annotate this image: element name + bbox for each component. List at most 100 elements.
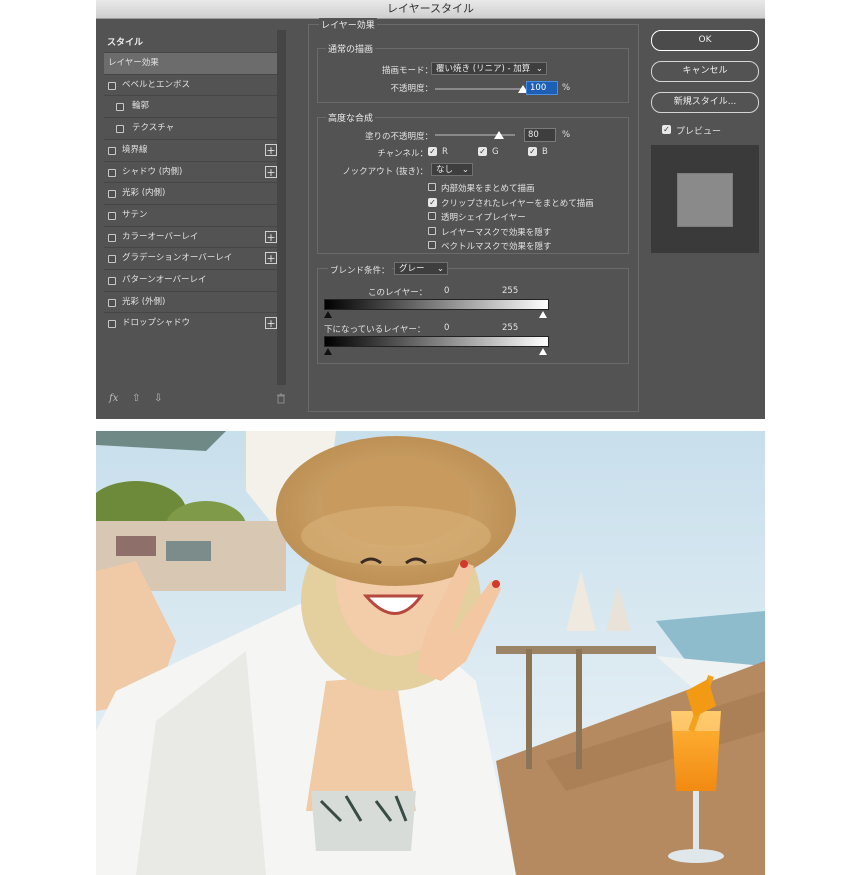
sidebar-item-label: 光彩 (外側): [122, 296, 166, 307]
channel-r-checkbox[interactable]: ✓: [428, 147, 437, 156]
sidebar-item-checkbox[interactable]: [108, 255, 116, 264]
normal-blend-title: 通常の描画: [326, 42, 376, 55]
sidebar-item-checkbox[interactable]: [108, 233, 116, 242]
sidebar-item[interactable]: ベベルとエンボス: [104, 73, 280, 96]
sidebar-item-label: サテン: [122, 209, 148, 220]
channel-b-checkbox[interactable]: ✓: [528, 147, 537, 156]
dialog-title: レイヤースタイル: [96, 0, 765, 19]
layer-style-dialog: レイヤースタイル スタイル レイヤー効果 ベベルとエンボス 輪郭 テクスチャ 境界線 + シ…: [96, 0, 765, 419]
advanced-blend-title: 高度な合成: [326, 111, 376, 124]
sidebar-item[interactable]: 輪郭: [104, 95, 280, 117]
advanced-option-label: クリップされたレイヤーをまとめて描画: [441, 198, 594, 209]
advanced-option-checkbox[interactable]: [428, 183, 436, 191]
underlying-layer-max: 255: [502, 323, 519, 333]
advanced-option-checkbox[interactable]: [428, 226, 436, 235]
sidebar-item[interactable]: グラデーションオーバーレイ +: [104, 247, 280, 269]
opacity-input[interactable]: 100: [526, 81, 558, 95]
channel-g-checkbox[interactable]: ✓: [478, 147, 487, 156]
trash-icon[interactable]: [276, 393, 286, 407]
advanced-option-checkbox[interactable]: ✓: [428, 197, 437, 207]
fill-opacity-input[interactable]: 80: [524, 128, 556, 142]
sidebar-item-checkbox[interactable]: [116, 103, 124, 112]
plus-icon[interactable]: +: [265, 143, 277, 156]
underlying-layer-gradient: [324, 336, 549, 347]
sidebar-item-label: グラデーションオーバーレイ: [122, 253, 233, 264]
fill-opacity-thumb[interactable]: [494, 131, 504, 139]
advanced-option-label: レイヤーマスクで効果を隠す: [441, 227, 552, 238]
opacity-slider[interactable]: [435, 83, 528, 95]
this-layer-white-handle[interactable]: [539, 311, 547, 318]
sidebar-item-checkbox[interactable]: [108, 81, 116, 90]
new-style-button[interactable]: 新規スタイル...: [651, 92, 759, 113]
sidebar-footer: fx ⇧ ⇩: [104, 388, 293, 416]
ok-button[interactable]: OK: [651, 30, 759, 51]
underlying-layer-label: 下になっているレイヤー：: [324, 325, 426, 335]
sidebar-item[interactable]: ドロップシャドウ +: [104, 312, 280, 334]
sidebar-item-label: ドロップシャドウ: [122, 318, 191, 329]
advanced-option-label: 透明シェイプレイヤー: [441, 213, 526, 223]
styles-header: スタイル: [107, 38, 144, 48]
sidebar-item[interactable]: サテン: [104, 203, 280, 226]
sidebar-item-checkbox[interactable]: [108, 320, 116, 329]
layer-effects-panel: レイヤー効果 通常の描画 描画モード： 覆い焼き (リニア) - 加算 ⌄ 不透…: [308, 18, 639, 412]
underlying-layer-black-handle[interactable]: [324, 348, 332, 355]
sidebar-item[interactable]: 境界線 +: [104, 138, 280, 161]
opacity-percent: %: [562, 83, 571, 93]
plus-icon[interactable]: +: [265, 252, 277, 265]
preview-checkbox[interactable]: ✓: [662, 125, 671, 134]
sidebar-item-checkbox[interactable]: [108, 146, 116, 155]
this-layer-label: このレイヤー：: [368, 288, 428, 298]
sidebar-item[interactable]: レイヤー効果: [104, 52, 280, 74]
sidebar-item-label: 光彩 (内側): [122, 188, 166, 199]
sidebar-item[interactable]: 光彩 (内側): [104, 182, 280, 204]
preview-label: プレビュー: [676, 127, 722, 137]
advanced-option-label: 内部効果をまとめて描画: [441, 184, 535, 194]
sidebar-item-checkbox[interactable]: [108, 168, 116, 177]
sidebar-item[interactable]: 光彩 (外側): [104, 290, 280, 313]
sidebar-item-checkbox[interactable]: [108, 298, 116, 307]
sidebar-item[interactable]: パターンオーバーレイ: [104, 269, 280, 291]
plus-icon[interactable]: +: [265, 317, 277, 330]
channel-g-label: G: [492, 147, 499, 157]
move-down-icon[interactable]: ⇩: [154, 393, 162, 404]
underlying-layer-min: 0: [444, 323, 450, 333]
sidebar-item-label: テクスチャ: [132, 123, 175, 134]
this-layer-min: 0: [444, 286, 450, 296]
blend-if-select[interactable]: グレー ⌄: [394, 262, 448, 275]
sidebar-item[interactable]: テクスチャ: [104, 117, 280, 139]
sidebar-item-label: パターンオーバーレイ: [122, 275, 207, 285]
fill-opacity-slider[interactable]: [435, 129, 515, 141]
blend-mode-value: 覆い焼き (リニア) - 加算: [436, 64, 531, 74]
sidebar-item-checkbox[interactable]: [116, 125, 124, 134]
plus-icon[interactable]: +: [265, 230, 277, 243]
sidebar-scrollbar[interactable]: [277, 30, 286, 385]
sidebar-item[interactable]: カラーオーバーレイ +: [104, 225, 280, 248]
move-up-icon[interactable]: ⇧: [132, 393, 140, 404]
selfie-photo-illustration: [96, 431, 765, 875]
fx-icon[interactable]: fx: [109, 393, 118, 404]
sidebar-item[interactable]: シャドウ (内側) +: [104, 160, 280, 183]
chevron-down-icon: ⌄: [436, 264, 444, 274]
blend-mode-select[interactable]: 覆い焼き (リニア) - 加算 ⌄: [431, 62, 547, 75]
advanced-option-checkbox[interactable]: [428, 212, 436, 220]
style-preview: [651, 145, 759, 253]
normal-blend-group: 通常の描画 描画モード： 覆い焼き (リニア) - 加算 ⌄ 不透明度： 100…: [317, 42, 629, 103]
panel-title: レイヤー効果: [319, 18, 377, 31]
sidebar-item-label: 境界線: [122, 144, 148, 155]
advanced-option-label: ベクトルマスクで効果を隠す: [441, 242, 552, 252]
this-layer-max: 255: [502, 286, 519, 296]
plus-icon[interactable]: +: [265, 165, 277, 178]
this-layer-black-handle[interactable]: [324, 311, 332, 318]
cancel-button[interactable]: キャンセル: [651, 61, 759, 82]
preview-swatch: [677, 173, 733, 227]
chevron-down-icon: ⌄: [461, 165, 469, 175]
underlying-layer-white-handle[interactable]: [539, 348, 547, 355]
sidebar-item-label: カラーオーバーレイ: [122, 231, 199, 242]
sidebar-item-checkbox[interactable]: [108, 277, 116, 285]
advanced-blend-group: 高度な合成 塗りの不透明度： 80 % チャンネル： ✓ R ✓ G ✓ B ノ…: [317, 111, 629, 254]
advanced-option-checkbox[interactable]: [428, 241, 436, 249]
sidebar-item-checkbox[interactable]: [108, 211, 116, 220]
sidebar-item-checkbox[interactable]: [108, 190, 116, 199]
knockout-select[interactable]: なし ⌄: [431, 163, 473, 176]
blend-if-value: グレー: [399, 264, 425, 274]
